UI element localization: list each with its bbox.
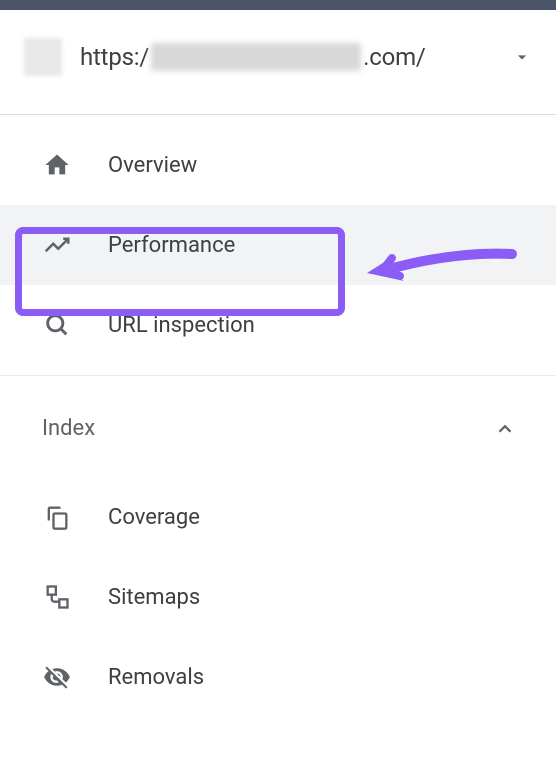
url-prefix: https:/ <box>80 43 149 71</box>
property-selector[interactable]: https:/ .com/ <box>0 10 556 115</box>
search-icon <box>42 311 72 339</box>
nav-label-overview: Overview <box>108 153 197 178</box>
nav-item-coverage[interactable]: Coverage <box>0 477 556 557</box>
url-domain-redacted <box>151 43 361 71</box>
nav-section-index: Coverage Sitemaps Removals <box>0 467 556 727</box>
nav-item-url-inspection[interactable]: URL inspection <box>0 285 556 365</box>
sitemap-icon <box>42 583 72 611</box>
property-favicon <box>24 38 62 76</box>
nav-label-url-inspection: URL inspection <box>108 313 255 338</box>
nav-item-removals[interactable]: Removals <box>0 637 556 717</box>
nav-label-removals: Removals <box>108 665 204 690</box>
nav-label-coverage: Coverage <box>108 505 200 530</box>
nav-label-performance: Performance <box>108 233 235 258</box>
nav-section-main: Overview Performance URL inspection <box>0 115 556 375</box>
section-header-index[interactable]: Index <box>0 375 556 467</box>
nav-label-sitemaps: Sitemaps <box>108 585 200 610</box>
visibility-off-icon <box>42 663 72 691</box>
chevron-up-icon <box>494 418 516 440</box>
property-url: https:/ .com/ <box>80 43 494 71</box>
copy-icon <box>42 503 72 531</box>
chevron-down-icon <box>512 47 532 67</box>
nav-item-sitemaps[interactable]: Sitemaps <box>0 557 556 637</box>
nav-item-performance[interactable]: Performance <box>0 205 556 285</box>
home-icon <box>42 151 72 179</box>
top-bar <box>0 0 556 10</box>
url-suffix: .com/ <box>363 43 426 71</box>
trending-up-icon <box>42 230 72 260</box>
section-title-index: Index <box>42 416 95 441</box>
nav-item-overview[interactable]: Overview <box>0 125 556 205</box>
